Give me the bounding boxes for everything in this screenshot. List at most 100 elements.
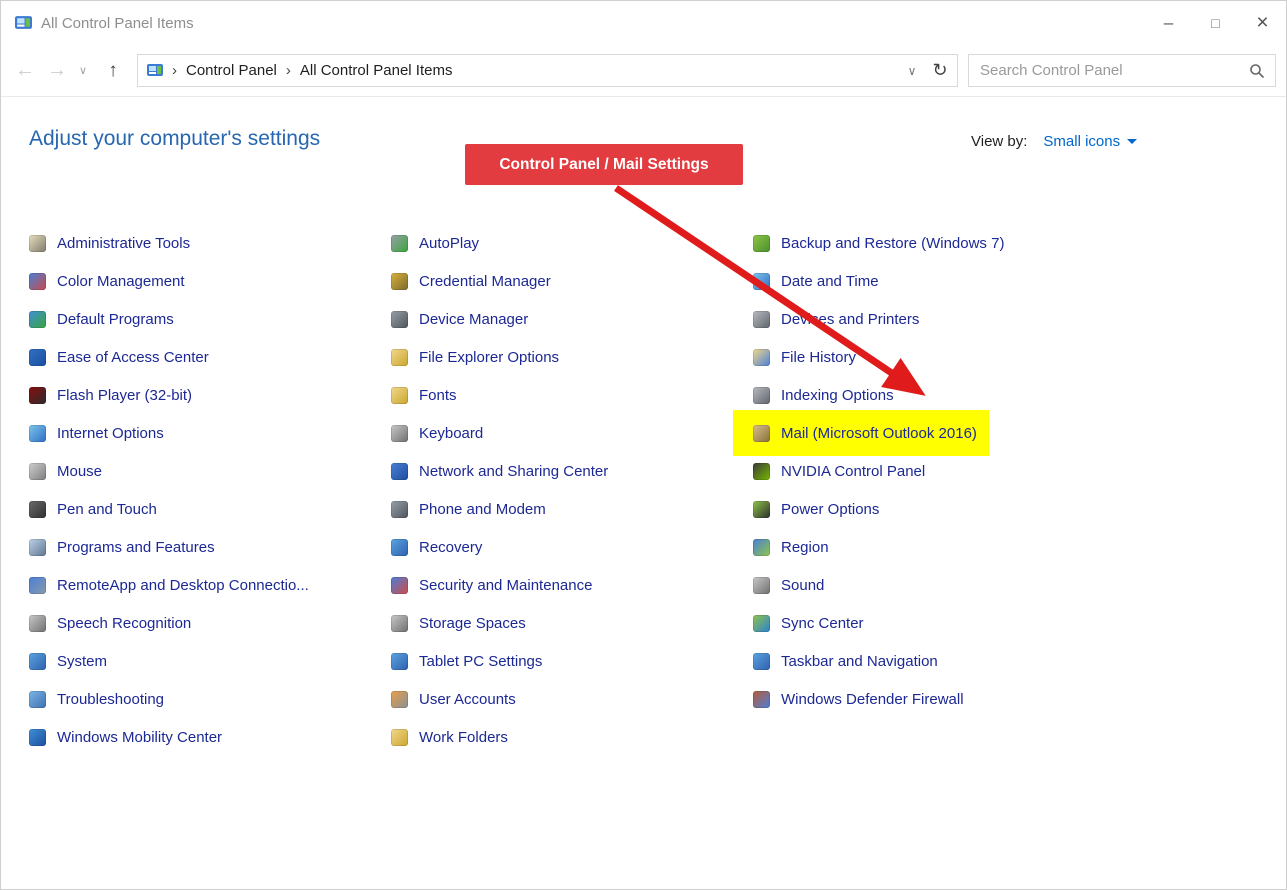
- control-panel-item-fonts[interactable]: Fonts: [391, 376, 465, 414]
- control-panel-item-label: Programs and Features: [57, 538, 215, 556]
- address-dropdown-chevron-icon[interactable]: ∨: [899, 56, 925, 86]
- control-panel-item-windows-mobility-center[interactable]: Windows Mobility Center: [29, 718, 230, 756]
- address-bar[interactable]: › Control Panel › All Control Panel Items ∨…: [137, 54, 958, 87]
- work-folders-icon: [391, 728, 408, 746]
- back-button[interactable]: ←: [9, 55, 41, 87]
- control-panel-item-label: Sound: [781, 576, 825, 594]
- control-panel-item-speech-recognition[interactable]: Speech Recognition: [29, 604, 199, 642]
- control-panel-item-nvidia[interactable]: NVIDIA Control Panel: [753, 452, 933, 490]
- system-icon: [29, 652, 46, 670]
- fonts-icon: [391, 386, 408, 404]
- sound-icon: [753, 576, 770, 594]
- control-panel-item-keyboard[interactable]: Keyboard: [391, 414, 491, 452]
- view-by-label: View by:: [971, 133, 1028, 150]
- navigation-bar: ← → ∨ ↑ › Control Panel › All Control Panel…: [1, 45, 1286, 97]
- control-panel-item-autoplay[interactable]: AutoPlay: [391, 224, 487, 262]
- control-panel-item-ease-of-access[interactable]: Ease of Access Center: [29, 338, 217, 376]
- control-panel-item-mouse[interactable]: Mouse: [29, 452, 110, 490]
- control-panel-item-file-history[interactable]: File History: [753, 338, 864, 376]
- control-panel-item-work-folders[interactable]: Work Folders: [391, 718, 516, 756]
- speech-recognition-icon: [29, 614, 46, 632]
- titlebar: All Control Panel Items – □ ×: [1, 1, 1286, 45]
- control-panel-item-system[interactable]: System: [29, 642, 115, 680]
- control-panel-item-user-accounts[interactable]: User Accounts: [391, 680, 524, 718]
- control-panel-item-recovery[interactable]: Recovery: [391, 528, 490, 566]
- control-panel-item-network-sharing[interactable]: Network and Sharing Center: [391, 452, 616, 490]
- control-panel-item-remoteapp[interactable]: RemoteApp and Desktop Connectio...: [29, 566, 317, 604]
- control-panel-window: All Control Panel Items – □ × ← → ∨ ↑ › C…: [0, 0, 1287, 890]
- control-panel-item-troubleshooting[interactable]: Troubleshooting: [29, 680, 172, 718]
- refresh-button[interactable]: ↻: [925, 56, 955, 86]
- control-panel-item-label: Network and Sharing Center: [419, 462, 609, 480]
- control-panel-item-date-time[interactable]: Date and Time: [753, 262, 887, 300]
- control-panel-item-administrative-tools[interactable]: Administrative Tools: [29, 224, 198, 262]
- control-panel-item-power-options[interactable]: Power Options: [753, 490, 887, 528]
- control-panel-item-label: Work Folders: [419, 728, 508, 746]
- control-panel-item-firewall[interactable]: Windows Defender Firewall: [753, 680, 972, 718]
- view-by-dropdown[interactable]: Small icons: [1043, 133, 1138, 150]
- device-manager-icon: [391, 310, 408, 328]
- control-panel-item-internet-options[interactable]: Internet Options: [29, 414, 172, 452]
- network-sharing-icon: [391, 462, 408, 480]
- control-panel-item-credential-manager[interactable]: Credential Manager: [391, 262, 559, 300]
- minimize-button[interactable]: –: [1145, 1, 1192, 45]
- breadcrumb-control-panel-icon: [147, 63, 163, 76]
- control-panel-item-label: System: [57, 652, 108, 670]
- breadcrumb: › Control Panel › All Control Panel Items: [163, 62, 899, 79]
- control-panel-item-label: Storage Spaces: [419, 614, 526, 632]
- control-panel-item-label: RemoteApp and Desktop Connectio...: [57, 576, 309, 594]
- administrative-tools-icon: [29, 234, 46, 252]
- programs-and-features-icon: [29, 538, 46, 556]
- maximize-button[interactable]: □: [1192, 1, 1239, 45]
- control-panel-item-file-explorer-options[interactable]: File Explorer Options: [391, 338, 567, 376]
- breadcrumb-item[interactable]: All Control Panel Items: [300, 62, 453, 79]
- control-panel-item-flash-player[interactable]: Flash Player (32-bit): [29, 376, 200, 414]
- control-panel-item-device-manager[interactable]: Device Manager: [391, 300, 536, 338]
- control-panel-item-phone-modem[interactable]: Phone and Modem: [391, 490, 554, 528]
- keyboard-icon: [391, 424, 408, 442]
- control-panel-item-label: Administrative Tools: [57, 234, 191, 252]
- control-panel-item-indexing-options[interactable]: Indexing Options: [753, 376, 902, 414]
- control-panel-item-label: Date and Time: [781, 272, 879, 290]
- phone-modem-icon: [391, 500, 408, 518]
- pen-and-touch-icon: [29, 500, 46, 518]
- close-button[interactable]: ×: [1239, 1, 1286, 45]
- control-panel-item-region[interactable]: Region: [753, 528, 837, 566]
- control-panel-item-label: Recovery: [419, 538, 483, 556]
- control-panel-item-mail[interactable]: Mail (Microsoft Outlook 2016): [733, 410, 989, 456]
- control-panel-item-label: AutoPlay: [419, 234, 480, 252]
- control-panel-item-security-maintenance[interactable]: Security and Maintenance: [391, 566, 600, 604]
- control-panel-item-label: Troubleshooting: [57, 690, 165, 708]
- control-panel-item-backup-restore[interactable]: Backup and Restore (Windows 7): [753, 224, 1012, 262]
- control-panel-item-label: Keyboard: [419, 424, 484, 442]
- control-panel-item-label: Credential Manager: [419, 272, 551, 290]
- control-panel-item-label: Flash Player (32-bit): [57, 386, 193, 404]
- control-panel-item-default-programs[interactable]: Default Programs: [29, 300, 182, 338]
- control-panel-item-pen-and-touch[interactable]: Pen and Touch: [29, 490, 165, 528]
- control-panel-item-devices-printers[interactable]: Devices and Printers: [753, 300, 927, 338]
- view-by-value: Small icons: [1043, 133, 1121, 150]
- internet-options-icon: [29, 424, 46, 442]
- history-chevron-icon[interactable]: ∨: [73, 55, 93, 87]
- control-panel-item-taskbar[interactable]: Taskbar and Navigation: [753, 642, 946, 680]
- up-button[interactable]: ↑: [97, 55, 129, 87]
- backup-restore-icon: [753, 234, 770, 252]
- search-icon[interactable]: [1249, 63, 1265, 79]
- control-panel-item-tablet-pc[interactable]: Tablet PC Settings: [391, 642, 550, 680]
- control-panel-item-label: Windows Mobility Center: [57, 728, 223, 746]
- window-controls: – □ ×: [1145, 1, 1286, 45]
- recovery-icon: [391, 538, 408, 556]
- control-panel-item-storage-spaces[interactable]: Storage Spaces: [391, 604, 534, 642]
- nvidia-icon: [753, 462, 770, 480]
- control-panel-item-programs-and-features[interactable]: Programs and Features: [29, 528, 223, 566]
- indexing-options-icon: [753, 386, 770, 404]
- search-input[interactable]: [969, 62, 1249, 79]
- control-panel-item-label: Mail (Microsoft Outlook 2016): [781, 424, 977, 442]
- control-panel-item-color-management[interactable]: Color Management: [29, 262, 193, 300]
- tablet-pc-icon: [391, 652, 408, 670]
- control-panel-item-sync-center[interactable]: Sync Center: [753, 604, 872, 642]
- control-panel-item-sound[interactable]: Sound: [753, 566, 832, 604]
- forward-button[interactable]: →: [41, 55, 73, 87]
- control-panel-item-label: NVIDIA Control Panel: [781, 462, 926, 480]
- breadcrumb-item[interactable]: Control Panel: [186, 62, 277, 79]
